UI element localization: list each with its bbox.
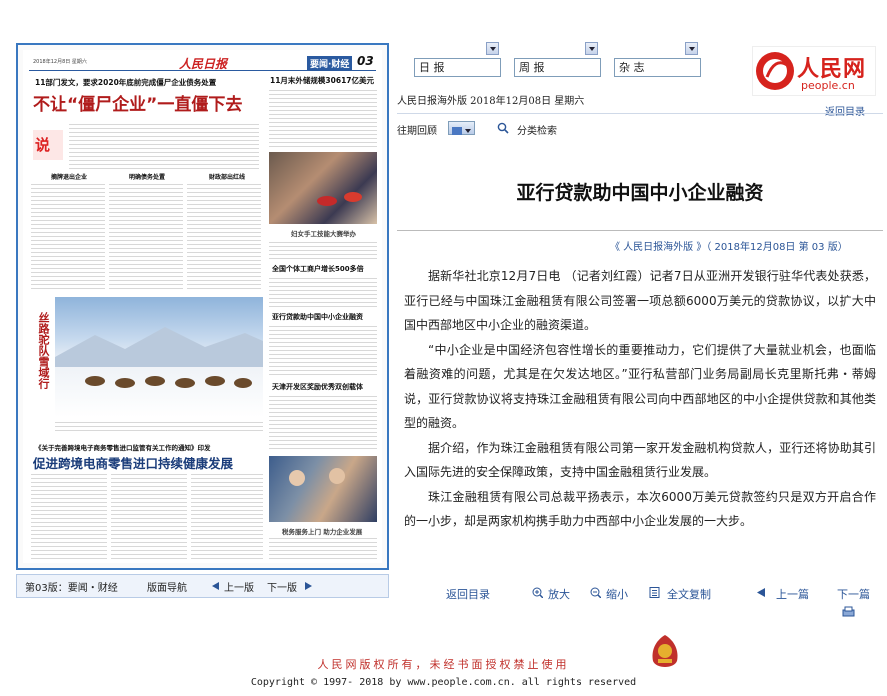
np-caption: 妇女手工技能大赛举办: [291, 230, 356, 238]
np-text-block: [69, 122, 259, 170]
search-icon: [497, 122, 509, 134]
np-side-headline: 亚行贷款助中国中小企业融资: [272, 313, 363, 321]
np-text-block: [269, 536, 377, 560]
np-text-block: [55, 420, 263, 434]
np-text-block: [269, 276, 377, 308]
footer-copyright: Copyright © 1997- 2018 by www.people.com…: [250, 677, 637, 688]
zoom-in-label: 放大: [548, 588, 570, 601]
logo-url: people.cn: [801, 79, 855, 92]
newspaper-page-frame[interactable]: 2018年12月8日 星期六 人民日报 要闻·财经 03 11部门发文，要求20…: [16, 43, 389, 570]
np-text-block: [31, 182, 105, 292]
article-source-line[interactable]: 《 人民日报海外版 》（ 2018年12月08日 第 03 版）: [610, 238, 848, 253]
people-logo[interactable]: 人民网 people.cn: [752, 46, 876, 96]
np-text-block: [187, 182, 261, 292]
np-section-tag: 要闻·财经: [307, 56, 353, 71]
arrow-left-icon: [757, 588, 765, 597]
article-body: 据新华社北京12月7日电 （记者刘红霞）记者7日从亚洲开发银行驻华代表处获悉，亚…: [404, 264, 876, 534]
calendar-icon: [452, 127, 471, 135]
np-photo-crafts: [269, 152, 377, 224]
daily-select-box[interactable]: 日 报: [414, 58, 501, 77]
article-title: 亚行贷款助中国中小企业融资: [516, 182, 764, 204]
article-paragraph: 珠江金融租赁有限公司总裁平扬表示，本次6000万美元贷款签约只是双方开启合作的一…: [404, 489, 876, 529]
np-subhead: 财政部出红线: [209, 174, 246, 181]
arrow-left-icon: [212, 582, 219, 590]
weekly-select-box[interactable]: 周 报: [514, 58, 601, 77]
article-paragraph: 据介绍，作为珠江金融租赁有限公司第一家开发金融机构贷款人，亚行还将协助其引入国际…: [404, 440, 876, 480]
np-text-block: [269, 394, 377, 450]
np-text-block: [31, 472, 107, 560]
chevron-down-icon[interactable]: [685, 42, 698, 55]
newspaper-page-image[interactable]: 2018年12月8日 星期六 人民日报 要闻·财经 03 11部门发文，要求20…: [23, 50, 382, 563]
page-label: 第03版：要闻・财经: [25, 583, 118, 594]
np-subhead: 明确债务处置: [129, 174, 166, 181]
next-article-label[interactable]: 下一篇: [837, 586, 870, 602]
arrow-right-icon: [305, 582, 312, 590]
np-side-headline: 11月末外储规模30617亿美元: [270, 76, 375, 85]
np-date: 2018年12月8日 星期六: [33, 59, 87, 65]
zoom-out-label: 缩小: [606, 588, 628, 601]
np-text-block: [191, 472, 263, 560]
header-divider: [397, 113, 883, 114]
document-icon: [649, 587, 660, 598]
prev-page-button[interactable]: 上一版: [224, 579, 254, 594]
prev-article-label: 上一篇: [776, 588, 809, 601]
past-review-calendar-button[interactable]: [448, 121, 475, 135]
np-text-block: [269, 324, 377, 378]
print-icon[interactable]: [842, 606, 855, 618]
np-text-block: [111, 472, 187, 560]
np-rule: [29, 70, 376, 71]
article-paragraph: 据新华社北京12月7日电 （记者刘红霞）记者7日从亚洲开发银行驻华代表处获悉，亚…: [404, 269, 876, 332]
publication-date-line: 人民日报海外版 2018年12月08日 星期六: [397, 96, 585, 107]
np-side-headline: 天津开发区奖励优秀双创载体: [272, 383, 363, 391]
np-caption: 税务服务上门 助力企业发展: [282, 528, 363, 536]
magazine-select-box[interactable]: 杂 志: [614, 58, 701, 77]
zoom-in-icon: [532, 587, 543, 598]
np-lead-headline: 不让“僵尸企业”一直僵下去: [33, 95, 243, 115]
np-text-block: [109, 182, 183, 292]
np-text-block: [269, 88, 377, 148]
toolbar-back-button[interactable]: 返回目录: [446, 586, 490, 602]
np-page-number: 03: [357, 54, 374, 68]
paper-nav-bar: 第03版：要闻・财经 版面导航 上一版 下一版: [16, 574, 389, 598]
next-page-button[interactable]: 下一版: [267, 579, 297, 594]
article-paragraph: “中小企业是中国经济包容性增长的重要推动力，它们提供了大量就业机会，也面临着融资…: [404, 342, 876, 431]
past-review-label: 往期回顾: [397, 126, 437, 137]
layout-nav-link[interactable]: 版面导航: [147, 579, 187, 594]
np-photo-camels: [55, 297, 263, 417]
chevron-down-icon[interactable]: [585, 42, 598, 55]
np-logo-graphic: 说: [33, 130, 63, 160]
back-to-contents-link[interactable]: 返回目录: [825, 103, 865, 118]
np-subhead: 摘牌退出企业: [51, 174, 88, 181]
zoom-out-icon: [590, 587, 601, 598]
np-vertical-title: 丝路驼队雪域行: [37, 312, 50, 389]
np-side-headline: 全国个体工商户增长500多倍: [272, 265, 364, 273]
np-text-block: [269, 240, 377, 260]
np-bottom-kicker: 《关于完善跨境电子商务零售进口监管有关工作的通知》印发: [35, 444, 211, 452]
np-bottom-headline: 促进跨境电商零售进口持续健康发展: [33, 456, 234, 471]
camel-caravan-graphic: [55, 327, 263, 388]
np-photo-tax: [269, 456, 377, 522]
np-lead-kicker: 11部门发文，要求2020年底前完成僵尸企业债务处置: [35, 78, 217, 87]
copy-all-label: 全文复制: [667, 588, 711, 601]
article-divider: [397, 230, 883, 231]
chevron-down-icon[interactable]: [486, 42, 499, 55]
category-search-label: 分类检索: [517, 126, 557, 137]
footer-rights: 人民网版权所有，未经书面授权禁止使用: [317, 658, 570, 671]
